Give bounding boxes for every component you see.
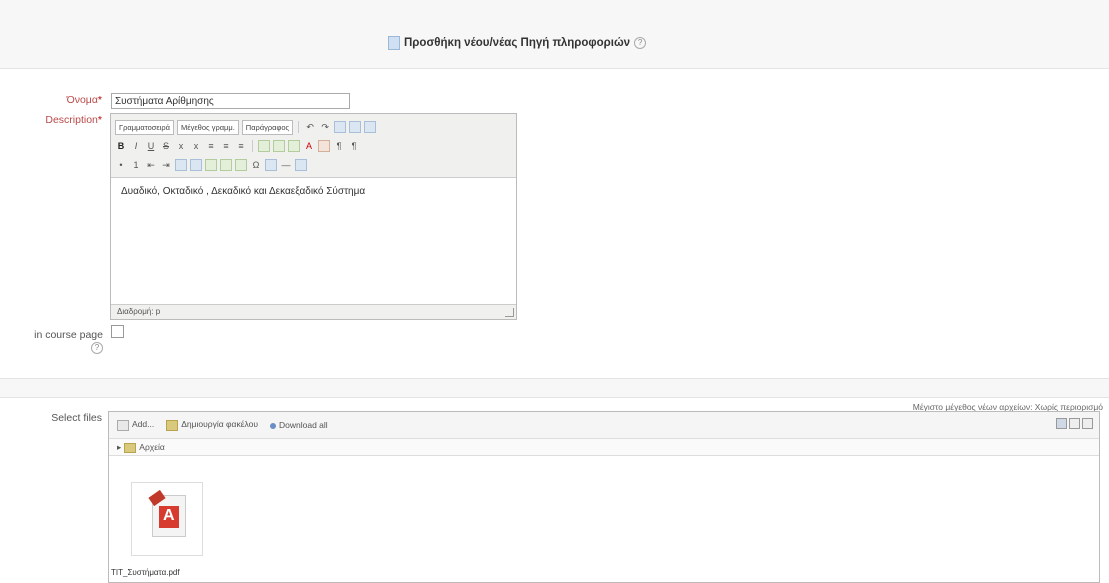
page-title-text: Προσθήκη νέου/νέας Πηγή πληροφοριών [404, 37, 631, 49]
replace-icon[interactable] [349, 121, 362, 133]
clean-icon[interactable] [258, 140, 270, 152]
help-icon[interactable]: ? [634, 37, 647, 49]
resize-handle[interactable] [505, 308, 514, 317]
display-description-checkbox[interactable] [111, 325, 124, 338]
align-center-icon[interactable]: ≡ [220, 140, 232, 152]
font-size-select[interactable]: Μέγεθος γραμμ. [176, 119, 239, 135]
description-label-text: Description [45, 114, 98, 126]
add-file-icon [117, 419, 129, 431]
files-label: Select files [51, 412, 102, 424]
pdf-ribbon [148, 489, 166, 507]
superscript-icon[interactable]: x [190, 140, 202, 152]
text-color-icon[interactable]: A [303, 140, 315, 152]
download-all-label: Download all [279, 420, 328, 430]
header-band [0, 0, 1109, 69]
fullscreen-icon[interactable] [364, 121, 377, 133]
editor-statusbar: Διαδρομή: p [111, 304, 516, 319]
display-description-label: in course page ? [0, 329, 103, 354]
required-mark: * [97, 114, 102, 126]
rtl-icon[interactable]: ¶ [348, 140, 360, 152]
special-char-icon[interactable]: Ω [250, 159, 262, 171]
toolbar-row-1: Γραμματοσειρά Μέγεθος γραμμ. Παράγραφος … [115, 119, 377, 135]
spellcheck-icon[interactable] [295, 159, 307, 171]
create-folder-label: Δημιουργία φακέλου [181, 419, 258, 430]
paragraph-select[interactable]: Παράγραφος [241, 119, 294, 135]
link-icon[interactable] [175, 159, 187, 171]
hr-icon[interactable]: — [280, 159, 292, 171]
anchor-icon[interactable] [205, 159, 217, 171]
editor-toolbar: Γραμματοσειρά Μέγεθος γραμμ. Παράγραφος … [111, 114, 516, 178]
table-icon[interactable] [265, 159, 277, 171]
bg-color-icon[interactable] [318, 140, 330, 152]
view-switcher [1056, 418, 1093, 429]
pdf-icon [148, 489, 186, 537]
ltr-icon[interactable]: ¶ [333, 140, 345, 152]
download-icon [270, 422, 276, 429]
file-manager-toolbar: Add... Δημιουργία φακέλου Download all [109, 412, 1099, 439]
name-label: Όνομα* [40, 94, 102, 106]
folder-icon [166, 419, 179, 431]
toolbar-row-2: B I U S x x ≡ ≡ ≡ A ¶ ¶ [115, 138, 360, 154]
required-mark: * [97, 94, 102, 106]
align-left-icon[interactable]: ≡ [205, 140, 217, 152]
view-tree-icon[interactable] [1082, 418, 1093, 429]
toolbar-separator [252, 140, 253, 152]
toolbar-row-3: • 1 ⇤ ⇥ Ω — [115, 157, 307, 173]
undo-icon[interactable]: ↶ [304, 121, 316, 133]
subscript-icon[interactable]: x [175, 140, 187, 152]
bold-icon[interactable]: B [115, 140, 127, 152]
file-item[interactable] [131, 482, 203, 556]
name-label-text: Όνομα [66, 94, 98, 106]
media-icon[interactable] [235, 159, 247, 171]
description-label: Description* [30, 114, 102, 126]
underline-icon[interactable]: U [145, 140, 157, 152]
path-arrow-icon: ▸ [117, 442, 122, 452]
file-manager: Add... Δημιουργία φακέλου Download all ▸… [108, 411, 1100, 583]
bullet-list-icon[interactable]: • [115, 159, 127, 171]
strikethrough-icon[interactable]: S [160, 140, 172, 152]
section-divider [0, 378, 1109, 398]
page-title: Προσθήκη νέου/νέας Πηγή πληροφοριών ? [388, 36, 647, 50]
view-icons-icon[interactable] [1056, 418, 1067, 429]
paste-word-icon[interactable] [288, 140, 300, 152]
download-all-button[interactable]: Download all [270, 420, 328, 430]
unlink-icon[interactable] [190, 159, 202, 171]
font-family-select[interactable]: Γραμματοσειρά [115, 119, 174, 135]
help-icon[interactable]: ? [91, 342, 103, 354]
view-list-icon[interactable] [1069, 418, 1080, 429]
redo-icon[interactable]: ↷ [319, 121, 331, 133]
find-icon[interactable] [334, 121, 347, 133]
file-path-bar: ▸ Αρχεία [109, 439, 1099, 456]
add-file-label: Add... [132, 419, 155, 430]
image-icon[interactable] [220, 159, 232, 171]
folder-icon [124, 442, 137, 453]
display-description-text: in course page [34, 329, 103, 341]
paste-text-icon[interactable] [273, 140, 285, 152]
path-root[interactable]: Αρχεία [139, 442, 165, 452]
add-file-button[interactable]: Add... [117, 419, 155, 431]
toolbar-separator [298, 121, 300, 133]
number-list-icon[interactable]: 1 [130, 159, 142, 171]
editor-content[interactable]: Δυαδικό, Οκταδικό , Δεκαδικό και Δεκαεξα… [111, 178, 516, 205]
italic-icon[interactable]: I [130, 140, 142, 152]
align-right-icon[interactable]: ≡ [235, 140, 247, 152]
name-input[interactable] [111, 93, 350, 109]
indent-icon[interactable]: ⇥ [160, 159, 172, 171]
outdent-icon[interactable]: ⇤ [145, 159, 157, 171]
pdf-logo [159, 506, 179, 528]
create-folder-button[interactable]: Δημιουργία φακέλου [166, 419, 258, 431]
resource-icon [388, 36, 400, 50]
editor-path: Διαδρομή: p [117, 307, 161, 316]
description-editor[interactable]: Γραμματοσειρά Μέγεθος γραμμ. Παράγραφος … [110, 113, 517, 320]
